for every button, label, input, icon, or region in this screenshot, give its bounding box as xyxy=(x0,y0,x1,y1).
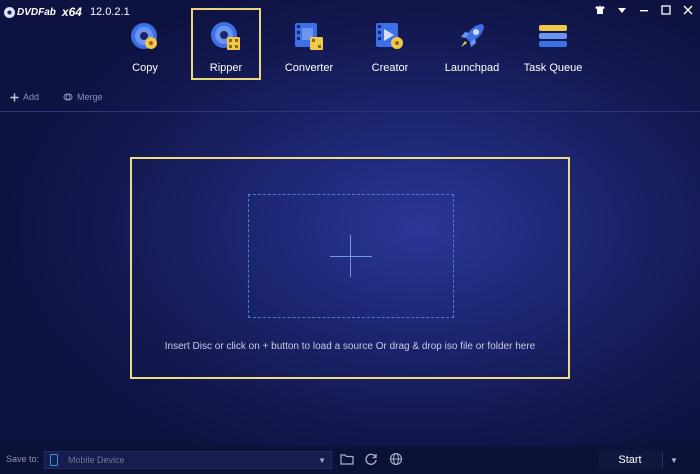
add-source-box[interactable] xyxy=(248,194,454,318)
add-button-label: Add xyxy=(23,92,40,102)
merge-icon xyxy=(63,93,73,101)
chevron-down-icon[interactable]: ▼ xyxy=(318,456,326,465)
source-drop-zone[interactable]: Insert Disc or click on + button to load… xyxy=(130,157,570,379)
save-to-label: Save to: xyxy=(6,454,40,464)
copy-disc-icon xyxy=(131,23,157,49)
bottom-bar: Save to: Mobile Device ▼ Start ▼ xyxy=(0,446,700,474)
source-actions: Add Merge xyxy=(10,92,103,102)
tab-launchpad[interactable]: Launchpad xyxy=(437,8,507,80)
tab-copy[interactable]: Copy xyxy=(110,8,180,80)
rocket-icon xyxy=(461,24,484,47)
drop-hint-text: Insert Disc or click on + button to load… xyxy=(164,341,536,352)
globe-icon[interactable] xyxy=(389,452,403,466)
output-device-value: Mobile Device xyxy=(68,455,125,465)
tab-creator-label: Creator xyxy=(371,62,409,74)
converter-film-icon xyxy=(295,23,323,50)
main-toolbar: Copy Ripper Converter Creator Launchpad … xyxy=(0,8,700,82)
large-plus-icon-vertical[interactable] xyxy=(350,235,351,277)
task-queue-icon xyxy=(539,25,567,47)
folder-icon[interactable] xyxy=(340,452,354,466)
tab-launchpad-label: Launchpad xyxy=(444,62,500,74)
start-separator xyxy=(662,452,663,468)
tab-converter[interactable]: Converter xyxy=(274,8,344,80)
merge-button[interactable]: Merge xyxy=(63,92,103,102)
large-plus-icon[interactable] xyxy=(330,256,372,257)
plus-icon xyxy=(10,93,19,101)
tab-converter-label: Converter xyxy=(284,62,334,74)
tab-copy-label: Copy xyxy=(132,62,158,74)
tab-ripper[interactable]: Ripper xyxy=(191,8,261,80)
mobile-device-icon xyxy=(50,454,58,466)
add-button[interactable]: Add xyxy=(10,92,39,102)
start-options-chevron-icon[interactable]: ▼ xyxy=(666,450,682,470)
tab-task-queue[interactable]: Task Queue xyxy=(518,8,588,80)
start-button[interactable]: Start xyxy=(598,450,662,470)
refresh-icon[interactable] xyxy=(364,452,378,466)
ripper-disc-icon xyxy=(211,22,240,50)
toolbar-divider xyxy=(0,111,700,112)
tab-ripper-label: Ripper xyxy=(209,62,243,74)
tab-creator[interactable]: Creator xyxy=(355,8,425,80)
tab-task-queue-label: Task Queue xyxy=(523,62,583,74)
merge-button-label: Merge xyxy=(77,92,103,102)
creator-film-icon xyxy=(376,23,403,49)
output-device-select[interactable]: Mobile Device ▼ xyxy=(44,451,332,469)
start-button-label: Start xyxy=(618,454,642,466)
